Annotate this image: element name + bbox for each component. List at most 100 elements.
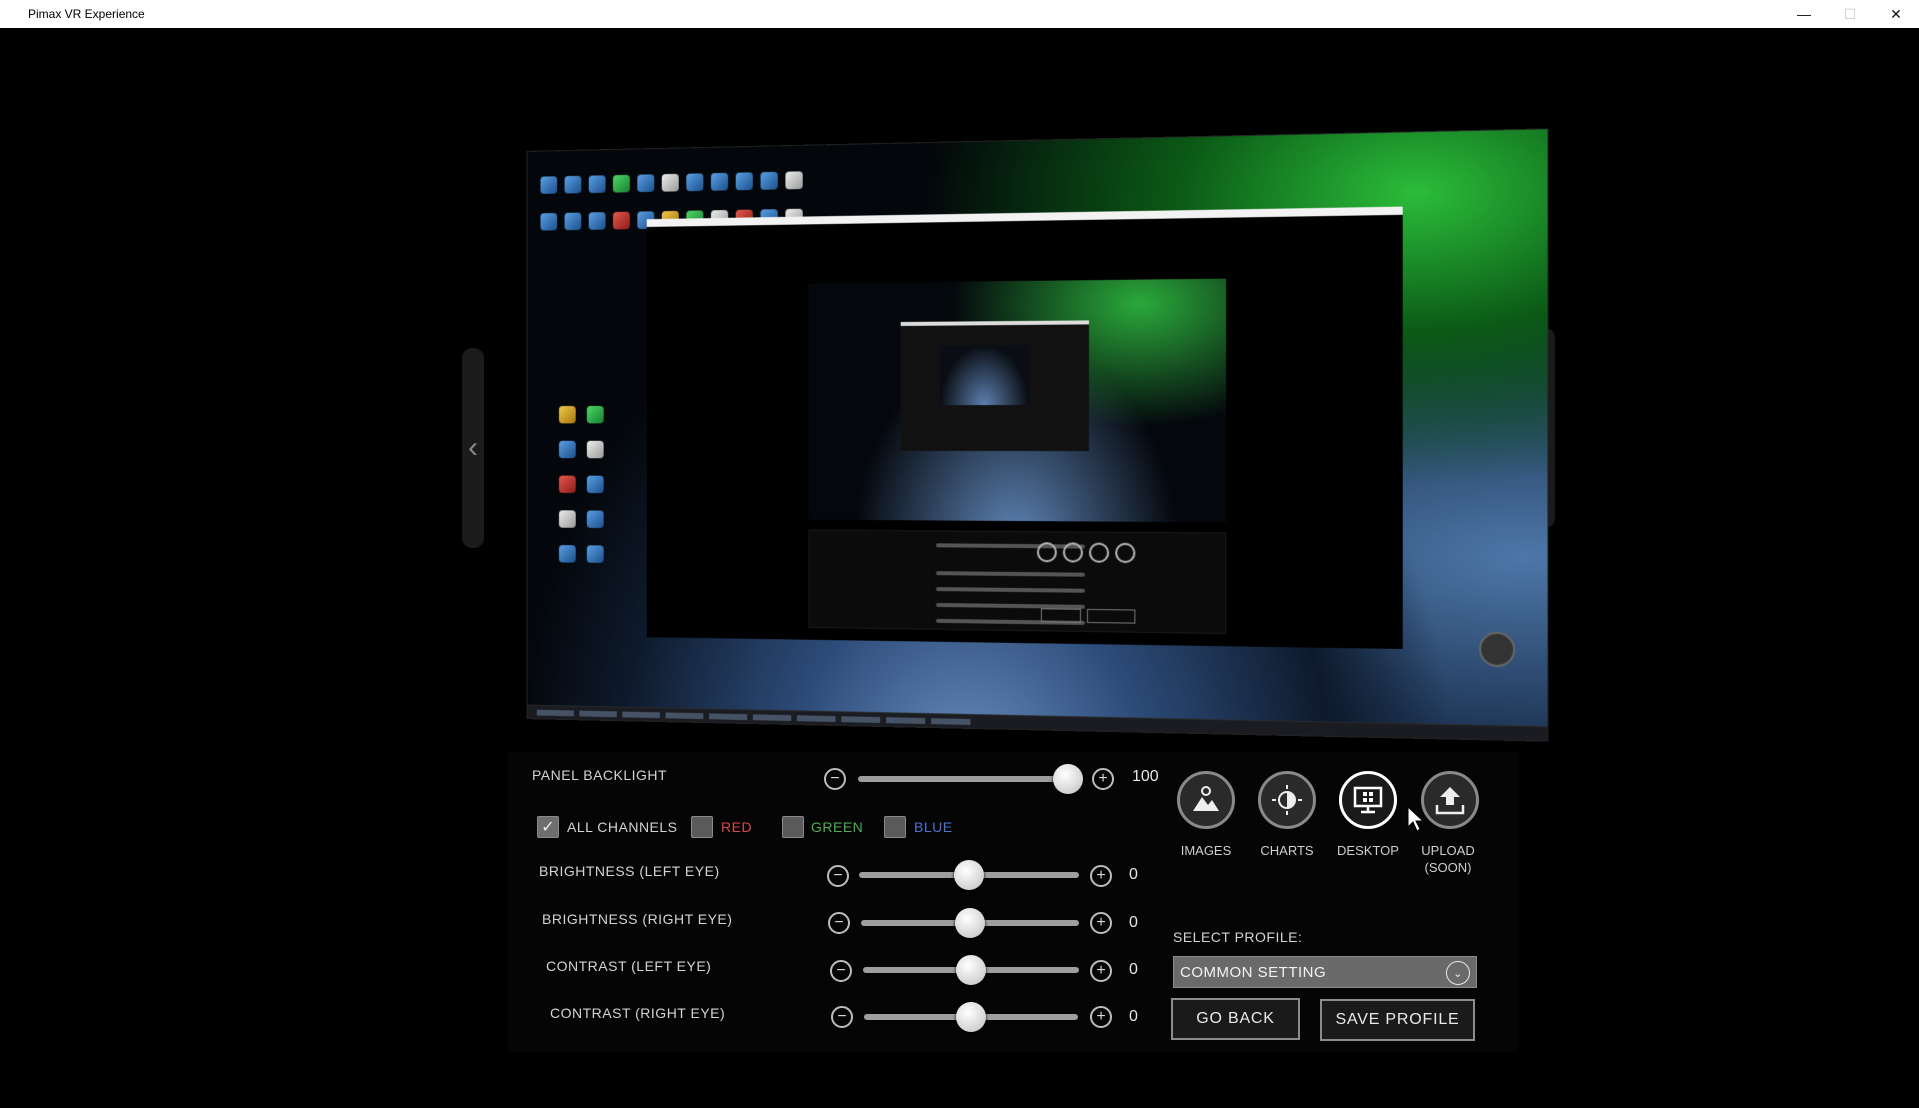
mirrored-slider (935, 587, 1085, 593)
backlight-decrease-button[interactable]: − (824, 768, 846, 790)
desktop-shortcut-icon (661, 173, 679, 192)
select-profile-label: SELECT PROFILE: (1173, 929, 1303, 945)
brightness-left-decrease-button[interactable]: − (827, 865, 849, 887)
desktop-shortcut-icon (586, 475, 604, 494)
backlight-increase-button[interactable]: + (1092, 768, 1114, 790)
all-channels-label: ALL CHANNELS (567, 819, 678, 835)
minimize-button[interactable]: — (1781, 0, 1827, 28)
window-title: Pimax VR Experience (28, 7, 145, 21)
contrast-right-increase-button[interactable]: + (1090, 1006, 1112, 1028)
close-button[interactable]: ✕ (1873, 0, 1919, 28)
backlight-slider-track[interactable] (858, 776, 1068, 782)
desktop-shortcut-icon (558, 405, 576, 424)
charts-mode-label: CHARTS (1260, 843, 1314, 858)
desktop-shortcut-icon (686, 173, 704, 192)
taskbar-item (796, 714, 836, 722)
brightness-left-label: BRIGHTNESS (LEFT EYE) (539, 863, 720, 879)
desktop-shortcut-icon (760, 171, 778, 190)
desktop-shortcut-icon (586, 405, 604, 424)
go-back-button[interactable]: GO BACK (1171, 998, 1300, 1040)
profile-dropdown[interactable]: COMMON SETTING ⌄ (1173, 956, 1477, 988)
desktop-shortcut-icon (540, 212, 558, 231)
upload-mode-label: UPLOAD (SOON) (1421, 843, 1475, 875)
red-channel-label: RED (721, 819, 753, 835)
window-title-bar: Pimax VR Experience — ☐ ✕ (0, 0, 1919, 28)
desktop-shortcut-icon (735, 172, 753, 191)
taskbar-item (536, 709, 574, 716)
contrast-left-value: 0 (1129, 961, 1138, 978)
taskbar-item (665, 711, 704, 719)
taskbar-item (886, 716, 926, 724)
contrast-left-slider-thumb[interactable] (956, 955, 986, 985)
maximize-button[interactable]: ☐ (1827, 0, 1873, 28)
desktop-shortcut-icon (588, 212, 606, 230)
green-channel-checkbox[interactable] (782, 816, 804, 838)
clock-widget-icon (1478, 631, 1516, 668)
mirrored-mode-icon (1115, 542, 1136, 564)
mirrored-button (1040, 608, 1081, 623)
brightness-left-value: 0 (1129, 866, 1138, 883)
desktop-shortcut-icon (588, 175, 606, 194)
upload-mode-button[interactable] (1421, 771, 1479, 829)
mirrored-mode-icon (1036, 542, 1057, 563)
images-mode-button[interactable] (1177, 771, 1235, 829)
blue-channel-checkbox[interactable] (884, 816, 906, 838)
mirrored-mode-icon (1062, 542, 1083, 563)
chevron-down-icon: ⌄ (1446, 961, 1470, 985)
desktop-view-panel[interactable] (505, 128, 1549, 742)
upload-icon (1435, 787, 1465, 815)
all-channels-checkbox[interactable]: ✓ (537, 816, 559, 838)
images-mode-label: IMAGES (1180, 843, 1232, 858)
brightness-left-increase-button[interactable]: + (1090, 865, 1112, 887)
mirrored-app-window-nested (900, 320, 1089, 452)
desktop-shortcut-icon (586, 545, 604, 563)
charts-icon (1272, 785, 1302, 815)
contrast-right-decrease-button[interactable]: − (831, 1006, 853, 1028)
contrast-left-increase-button[interactable]: + (1090, 960, 1112, 982)
desktop-icon-column (555, 402, 620, 577)
desktop-shortcut-icon (558, 545, 576, 563)
desktop-shortcut-icon (540, 176, 558, 194)
brightness-right-increase-button[interactable]: + (1090, 912, 1112, 934)
contrast-left-decrease-button[interactable]: − (830, 960, 852, 982)
charts-mode-button[interactable] (1258, 771, 1316, 829)
profile-dropdown-value: COMMON SETTING (1180, 963, 1327, 981)
taskbar-item (931, 717, 971, 725)
desktop-icon (1353, 786, 1383, 814)
mirrored-button (1086, 608, 1136, 624)
desktop-shortcut-icon (785, 171, 803, 190)
images-icon (1193, 786, 1219, 811)
desktop-shortcut-icon (564, 212, 582, 231)
mirrored-app-window (646, 206, 1403, 650)
brightness-left-slider-thumb[interactable] (954, 860, 984, 890)
desktop-shortcut-icon (710, 172, 729, 191)
contrast-right-slider-thumb[interactable] (956, 1002, 986, 1032)
mirrored-desktop (808, 278, 1227, 523)
mirrored-desktop-nested (939, 344, 1029, 406)
brightness-right-label: BRIGHTNESS (RIGHT EYE) (542, 911, 733, 927)
blue-channel-label: BLUE (914, 819, 953, 835)
desktop-mode-button[interactable] (1339, 771, 1397, 829)
mirrored-control-panel (808, 529, 1227, 635)
taskbar-item (709, 712, 748, 720)
brightness-right-slider-thumb[interactable] (955, 908, 985, 938)
brightness-right-value: 0 (1129, 914, 1138, 931)
previous-arrow-button[interactable]: ‹ (462, 348, 484, 548)
backlight-slider-thumb[interactable] (1053, 764, 1083, 794)
save-profile-button[interactable]: SAVE PROFILE (1320, 999, 1475, 1041)
taskbar-item (622, 711, 660, 718)
red-channel-checkbox[interactable] (691, 816, 713, 838)
desktop-shortcut-icon (613, 174, 630, 193)
taskbar-item (841, 715, 881, 723)
desktop-mirror (526, 128, 1549, 742)
desktop-shortcut-icon (637, 174, 655, 193)
window-controls: — ☐ ✕ (1781, 0, 1919, 28)
mirrored-slider (935, 571, 1085, 577)
green-channel-label: GREEN (811, 819, 864, 835)
brightness-right-decrease-button[interactable]: − (828, 912, 850, 934)
contrast-left-label: CONTRAST (LEFT EYE) (546, 958, 712, 974)
panel-backlight-label: PANEL BACKLIGHT (532, 767, 668, 783)
mouse-cursor-icon (1407, 805, 1425, 832)
desktop-shortcut-icon (586, 510, 604, 529)
desktop-mode-label: DESKTOP (1337, 843, 1399, 858)
